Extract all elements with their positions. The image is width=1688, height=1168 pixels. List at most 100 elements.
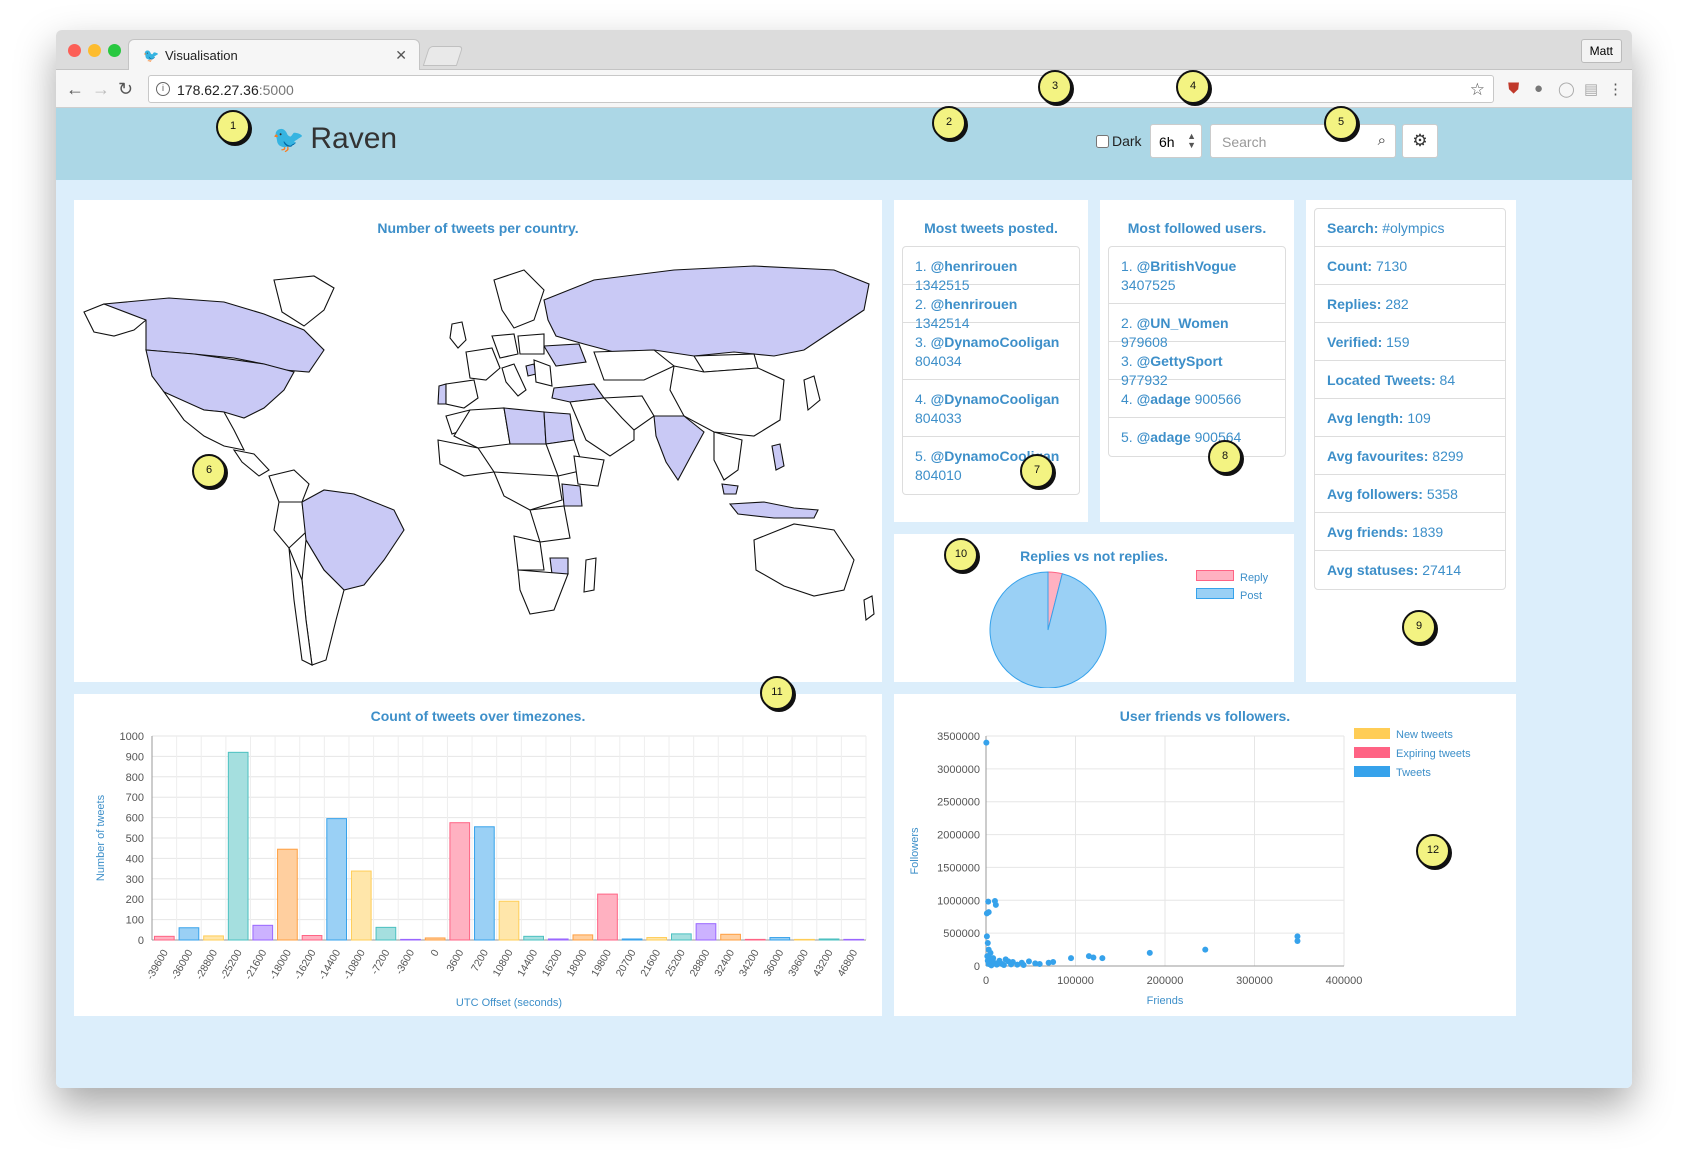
list-item-rank: 2.: [915, 296, 927, 312]
forward-icon[interactable]: →: [92, 79, 110, 100]
most-tweets-title: Most tweets posted.: [924, 220, 1058, 236]
browser-tab[interactable]: 🐦 Visualisation ✕: [128, 39, 420, 71]
list-item[interactable]: 4. @DynamoCooligan 804033: [903, 380, 1079, 437]
zoom-window-button[interactable]: [108, 44, 121, 57]
country-kazakhstan: [593, 349, 676, 381]
annotation-marker: 8: [1208, 440, 1242, 474]
bar: [178, 927, 200, 941]
country-ethiopia: [573, 455, 605, 487]
rss-extension-icon[interactable]: ▤: [1584, 80, 1598, 98]
list-item[interactable]: 1. @henrirouen 1342515: [903, 247, 1079, 293]
stat-value: 159: [1386, 334, 1410, 350]
list-item-user: @DynamoCooligan: [930, 391, 1060, 407]
x-tick-label: 0: [983, 975, 989, 987]
country-russia: [543, 265, 870, 357]
y-tick-label: 1500000: [937, 862, 980, 874]
stat-item: Avg friends: 1839: [1315, 513, 1505, 551]
x-tick-label: 16200: [540, 947, 565, 978]
close-window-button[interactable]: [68, 44, 81, 57]
country-central-africa: [493, 471, 563, 511]
list-item[interactable]: 1. @BritishVogue 3407525: [1109, 247, 1285, 304]
scatter-point: [1020, 962, 1027, 969]
list-item-user: @adage: [1136, 391, 1191, 407]
stat-item: Avg length: 109: [1315, 399, 1505, 437]
bookmark-star-icon[interactable]: ☆: [1470, 80, 1485, 100]
x-tick-label: 28800: [688, 947, 713, 978]
profile-button[interactable]: Matt: [1580, 39, 1622, 63]
bar: [400, 938, 421, 941]
list-item-user: @henrirouen: [930, 296, 1018, 312]
scatter-point: [985, 898, 992, 905]
x-tick-label: 21600: [638, 947, 663, 978]
reload-icon[interactable]: ↻: [118, 79, 133, 100]
scatter-point: [1014, 961, 1021, 968]
legend-item-reply[interactable]: Reply: [1196, 570, 1268, 584]
legend-swatch: [1354, 747, 1390, 758]
legend-item-post[interactable]: Post: [1196, 588, 1262, 602]
stat-item: Avg statuses: 27414: [1315, 551, 1505, 589]
list-item[interactable]: 2. @UN_Women 979608: [1109, 304, 1285, 350]
country-italy: [501, 363, 527, 397]
address-bar-row: ← → ↻ i 178.62.27.36:5000 ☆ ⛊ ● ◯ ▤ ⋮: [56, 70, 1632, 108]
bulb-extension-icon[interactable]: ●: [1534, 80, 1543, 97]
stat-item: Search: #olympics: [1315, 209, 1505, 247]
scatter-point: [989, 957, 996, 964]
window-controls: [68, 44, 128, 62]
list-item[interactable]: 5. @adage 900564: [1109, 418, 1285, 456]
y-tick-label: 500000: [943, 928, 980, 940]
app-navbar: 🐦 Raven Dark 6h ▲ ▼ Search ⌕ ⚙: [56, 108, 1632, 180]
search-icon[interactable]: ⌕: [1378, 132, 1386, 149]
annotation-marker: 10: [944, 538, 978, 572]
legend-label: Expiring tweets: [1396, 748, 1471, 760]
stat-value: 7130: [1375, 258, 1408, 274]
country-congo: [529, 505, 571, 543]
y-tick-label: 700: [126, 792, 144, 804]
most-tweets-panel: Most tweets posted. 1. @henrirouen 13425…: [890, 196, 1092, 526]
country-colombia: [268, 469, 310, 503]
stat-label: Avg friends:: [1327, 524, 1409, 540]
dark-checkbox[interactable]: [1096, 135, 1109, 148]
scatter-point: [983, 739, 990, 746]
back-icon[interactable]: ←: [66, 79, 84, 100]
replies-pie-chart: [989, 571, 1107, 688]
y-tick-label: 200: [126, 894, 144, 906]
new-tab-button[interactable]: [422, 46, 464, 66]
list-item-rank: 4.: [1121, 391, 1133, 407]
scatter-point: [1000, 962, 1007, 969]
x-tick-label: 25200: [663, 947, 688, 978]
y-tick-label: 3000000: [937, 764, 980, 776]
ublock-extension-icon[interactable]: ⛊: [1508, 80, 1519, 97]
x-tick-label: -16200: [292, 947, 319, 981]
list-item-rank: 5.: [915, 448, 927, 464]
country-madagascar: [583, 557, 597, 593]
close-tab-icon[interactable]: ✕: [395, 47, 407, 64]
country-kenya: [561, 483, 583, 507]
country-new-zealand: [863, 595, 875, 622]
scatter-point: [1025, 958, 1032, 965]
scatter-point: [985, 909, 992, 916]
minimize-window-button[interactable]: [88, 44, 101, 57]
x-tick-label: -7200: [369, 947, 393, 976]
brand[interactable]: 🐦 Raven: [272, 122, 397, 156]
search-input[interactable]: Search ⌕: [1210, 124, 1396, 158]
site-info-icon[interactable]: i: [156, 82, 170, 96]
country-portugal: [437, 383, 447, 405]
bar: [744, 938, 766, 941]
time-window-select[interactable]: 6h ▲ ▼: [1150, 124, 1202, 158]
settings-button[interactable]: ⚙: [1402, 124, 1438, 158]
x-tick-label: -25200: [218, 947, 245, 981]
m-extension-icon[interactable]: ◯: [1558, 80, 1575, 98]
dark-mode-toggle[interactable]: Dark: [1096, 133, 1142, 149]
x-tick-label: -28800: [193, 947, 220, 981]
x-tick-label: 46800: [835, 947, 860, 978]
stat-item: Located Tweets: 84: [1315, 361, 1505, 399]
url-field[interactable]: i 178.62.27.36:5000 ☆: [148, 75, 1494, 103]
menu-dots-icon[interactable]: ⋮: [1608, 80, 1623, 98]
list-item-rank: 4.: [915, 391, 927, 407]
bar: [153, 935, 175, 941]
bar: [621, 938, 643, 941]
y-axis-label: Number of tweets: [95, 794, 107, 881]
stat-label: Count:: [1327, 258, 1373, 274]
dashboard: Number of tweets per country. Most tweet…: [56, 180, 1632, 1088]
most-tweets-list: 1. @henrirouen 1342515 2. @henrirouen 13…: [902, 246, 1080, 495]
